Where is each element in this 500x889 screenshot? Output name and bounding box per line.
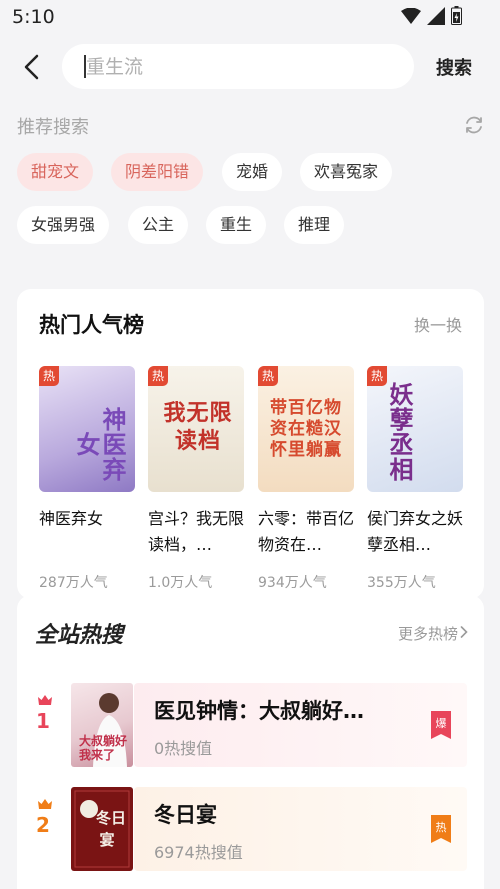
svg-text:我来了: 我来了 [79,747,115,762]
book-thumbnail: 冬日 宴 [71,787,133,871]
hot-search-value: 6974热搜值 [154,843,243,862]
rank-number: 2 [36,813,50,837]
swap-button[interactable]: 换一换 [414,312,462,336]
cover-title: 带百亿物资在糙汉怀里躺赢 [270,398,342,460]
chevron-right-icon[interactable] [460,626,468,638]
search-box[interactable] [62,44,414,89]
cover-title: 神医弃女 [72,406,126,482]
search-button[interactable]: 搜索 [436,54,472,80]
tag-chip[interactable]: 重生 [206,206,267,244]
svg-text:冬日: 冬日 [96,809,126,827]
book-cover: 热 带百亿物资在糙汉怀里躺赢 [258,366,354,492]
hot-search-value: 0热搜值 [154,739,213,758]
book-cover: 热 妖孽丞相 [367,366,463,492]
text-caret [84,55,86,78]
back-icon[interactable] [20,52,44,82]
book-popularity: 355万人气 [367,575,436,591]
flag-label: 热 [436,821,447,834]
book-popularity: 934万人气 [258,575,327,591]
status-time: 5:10 [12,6,55,28]
tag-chip[interactable]: 甜宠文 [17,153,94,191]
flag-label: 爆 [436,716,447,730]
battery-icon [451,6,462,25]
crown-icon [38,695,52,705]
book-title: 六零：带百亿物资在… [258,509,354,554]
svg-text:大叔躺好: 大叔躺好 [79,733,127,748]
hot-search-title: 医见钟情：大叔躺好… [154,699,364,723]
tag-chip[interactable]: 阴差阳错 [111,153,204,191]
hot-rank-title: 热门人气榜 [39,313,144,337]
rank-number: 1 [36,709,50,733]
hot-search-title: 冬日宴 [154,803,217,827]
hot-badge: 热 [258,366,278,386]
site-hot-card: 全站热搜 更多热榜 1 大叔躺好 我来了 医见钟情：大叔躺好… 0热搜值 爆 2 [17,595,484,889]
status-icons [401,6,462,25]
cover-title: 妖孽丞相 [385,382,413,482]
search-input[interactable] [62,44,414,89]
hot-badge: 热 [148,366,168,386]
tag-chip[interactable]: 欢喜冤家 [300,153,393,191]
hot-rank-card: 热门人气榜 换一换 热 神医弃女 神医弃女 287万人气 热 我无限读档 宫斗？… [17,289,484,599]
book-card[interactable]: 热 妖孽丞相 侯门弃女之妖孽丞相… 355万人气 [367,366,463,592]
hot-search-row[interactable]: 1 大叔躺好 我来了 医见钟情：大叔躺好… 0热搜值 爆 [17,683,484,767]
book-title: 宫斗？我无限读档，… [148,509,244,554]
book-card[interactable]: 热 神医弃女 神医弃女 287万人气 [39,366,135,592]
recommend-title: 推荐搜索 [17,117,89,138]
book-card[interactable]: 热 带百亿物资在糙汉怀里躺赢 六零：带百亿物资在… 934万人气 [258,366,354,592]
cover-title: 我无限读档 [163,401,233,454]
book-cover: 热 我无限读档 [148,366,244,492]
book-popularity: 287万人气 [39,575,108,591]
explosive-badge-icon: 爆 [431,711,451,739]
svg-text:宴: 宴 [99,831,114,849]
refresh-icon[interactable] [463,114,485,136]
status-bar: 5:10 [0,0,500,34]
hot-badge-icon: 热 [431,815,451,843]
book-thumbnail: 大叔躺好 我来了 [71,683,133,767]
site-hot-title: 全站热搜 [35,623,124,648]
book-card[interactable]: 热 我无限读档 宫斗？我无限读档，… 1.0万人气 [148,366,244,592]
tag-chip[interactable]: 宠婚 [222,153,283,191]
signal-icon [427,6,445,25]
book-title: 神医弃女 [39,509,104,528]
more-button[interactable]: 更多热榜 [398,623,458,644]
tag-chip[interactable]: 女强男强 [17,206,110,244]
book-popularity: 1.0万人气 [148,575,213,591]
crown-icon [38,799,52,809]
book-title: 侯门弃女之妖孽丞相… [367,509,463,554]
tag-chip[interactable]: 推理 [284,206,345,244]
wifi-icon [401,7,421,24]
book-cover: 热 神医弃女 [39,366,135,492]
hot-search-row[interactable]: 2 冬日 宴 冬日宴 6974热搜值 热 [17,787,484,871]
hot-badge: 热 [39,366,59,386]
tag-chip[interactable]: 公主 [128,206,189,244]
